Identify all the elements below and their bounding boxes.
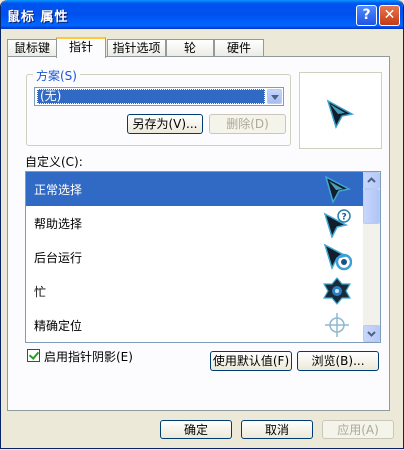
- scheme-group: 方案(S) (无) 另存为(V)... 删除(D): [26, 67, 291, 146]
- tab-wheel[interactable]: 轮: [166, 39, 214, 56]
- window-title: 鼠标 属性: [7, 10, 69, 25]
- checkmark-icon: [28, 349, 40, 360]
- title-bar[interactable]: 鼠标 属性 ? ✕: [1, 0, 403, 29]
- apply-button[interactable]: 应用(A): [322, 420, 394, 439]
- list-item-label: 后台运行: [34, 251, 83, 265]
- help-select-cursor-icon: ?: [323, 209, 351, 238]
- list-item-working-in-background[interactable]: 后台运行: [26, 240, 363, 274]
- tab-hardware[interactable]: 硬件: [214, 39, 264, 56]
- list-item-label: 精确定位: [34, 319, 83, 333]
- save-as-button[interactable]: 另存为(V)...: [127, 114, 203, 134]
- list-scrollbar[interactable]: [363, 172, 380, 342]
- scheme-legend: 方案(S): [33, 67, 80, 84]
- tab-pointer-options[interactable]: 指针选项: [107, 39, 166, 56]
- scroll-up-button[interactable]: [363, 172, 380, 189]
- cursor-preview: [299, 72, 382, 149]
- close-button[interactable]: ✕: [379, 5, 400, 26]
- list-item-label: 忙: [34, 285, 47, 299]
- list-item-label: 帮助选择: [34, 217, 83, 231]
- scheme-dropdown[interactable]: (无): [34, 87, 284, 106]
- scroll-down-button[interactable]: [363, 325, 380, 342]
- tab-buttons[interactable]: 鼠标键: [7, 39, 57, 56]
- list-item-help-select[interactable]: 帮助选择 ?: [26, 206, 363, 240]
- tab-pointers[interactable]: 指针: [56, 37, 106, 58]
- list-item-busy[interactable]: 忙: [26, 274, 363, 308]
- chevron-up-icon: [367, 177, 376, 183]
- svg-text:?: ?: [342, 213, 347, 223]
- customize-label: 自定义(C):: [25, 155, 83, 169]
- crosshair-cursor-icon: [325, 313, 349, 337]
- normal-select-cursor-icon: [324, 175, 352, 204]
- arrow-cursor-icon: [326, 99, 355, 129]
- pointers-panel: 方案(S) (无) 另存为(V)... 删除(D) 自定义(C): 正常选择 帮…: [7, 56, 390, 411]
- delete-button[interactable]: 删除(D): [209, 114, 286, 134]
- cancel-button[interactable]: 取消: [241, 420, 313, 439]
- list-item-label: 正常选择: [34, 183, 83, 197]
- chevron-down-icon[interactable]: [267, 89, 282, 104]
- busy-cursor-icon: [322, 277, 352, 305]
- browse-button[interactable]: 浏览(B)...: [297, 351, 379, 371]
- working-in-background-cursor-icon: [323, 243, 352, 271]
- shadow-checkbox-label: 启用指针阴影(E): [44, 350, 133, 364]
- chevron-down-icon: [367, 331, 376, 337]
- list-item-precision-select[interactable]: 精确定位: [26, 308, 363, 342]
- cursor-list[interactable]: 正常选择 帮助选择 ? 后台运行 忙 精确定位: [25, 171, 381, 343]
- mouse-properties-window: 鼠标 属性 ? ✕ 鼠标键 指针 指针选项 轮 硬件 方案(S) (无) 另存为…: [0, 0, 404, 449]
- ok-button[interactable]: 确定: [160, 420, 232, 439]
- help-button[interactable]: ?: [356, 5, 377, 26]
- scroll-thumb[interactable]: [363, 189, 380, 224]
- scheme-dropdown-value: (无): [37, 89, 265, 104]
- shadow-checkbox[interactable]: [27, 349, 40, 362]
- list-item-normal-select[interactable]: 正常选择: [26, 172, 363, 206]
- use-default-button[interactable]: 使用默认值(F): [210, 351, 292, 371]
